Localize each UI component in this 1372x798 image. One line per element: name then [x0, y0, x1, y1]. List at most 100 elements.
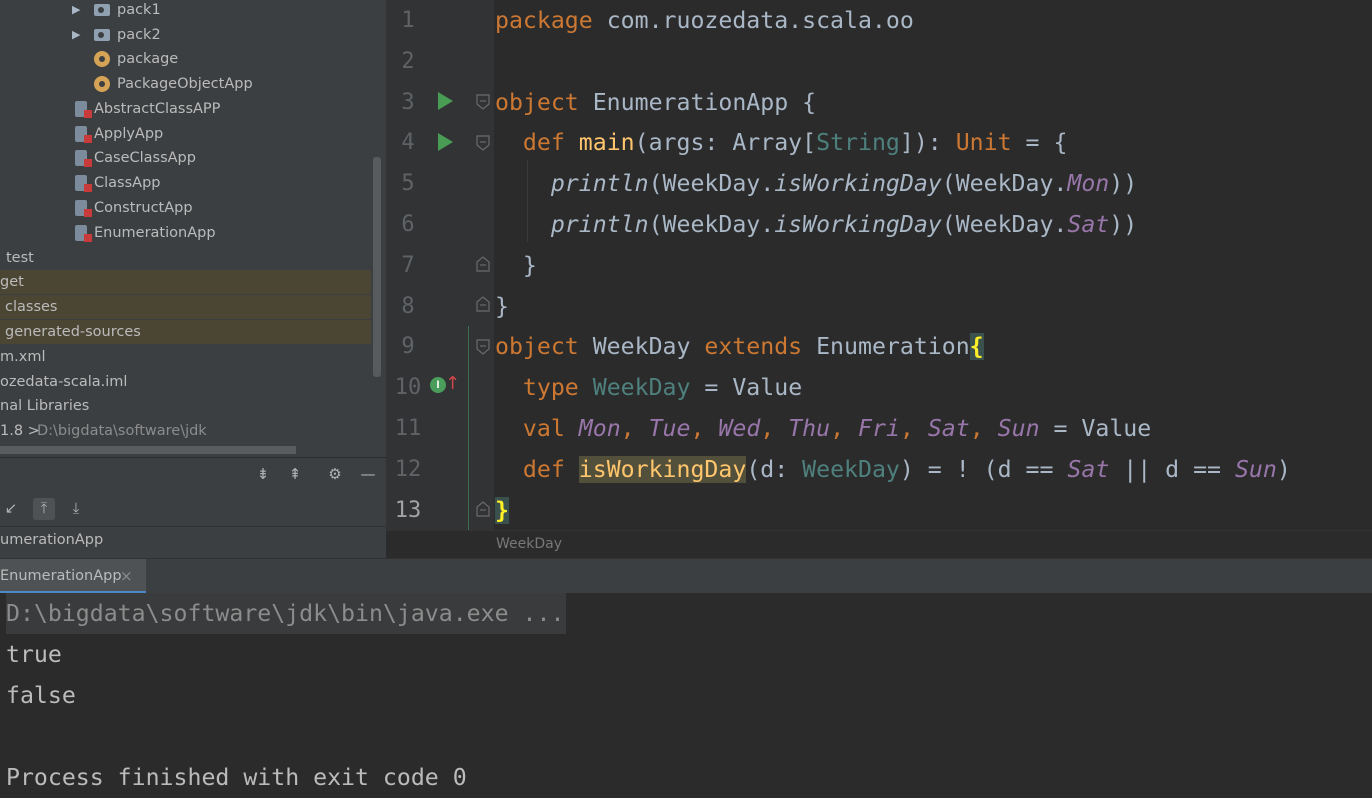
- console-exit-message: Process finished with exit code 0: [6, 764, 467, 791]
- expand-arrow-icon[interactable]: ▶: [72, 0, 80, 22]
- code-line-13: }: [495, 490, 509, 531]
- sort-up-icon[interactable]: ⤒: [33, 498, 55, 520]
- code-function: println: [550, 211, 649, 238]
- code-keyword: def: [522, 129, 565, 156]
- divider: [0, 526, 386, 527]
- fold-icon[interactable]: [476, 94, 490, 110]
- tree-item-label: CaseClassApp: [94, 150, 196, 166]
- hide-icon[interactable]: —: [357, 464, 379, 486]
- fold-icon[interactable]: [476, 339, 490, 355]
- sort-down-icon[interactable]: ⤓: [65, 498, 87, 520]
- tree-item-packageobjectapp[interactable]: PackageObjectApp: [0, 72, 371, 96]
- code-separator: ,: [969, 415, 998, 442]
- tree-item-jdk[interactable]: 1.8 > D:\bigdata\software\jdk: [0, 419, 371, 443]
- code-constant: Sun: [1234, 456, 1277, 483]
- tree-item-test[interactable]: test: [0, 246, 371, 270]
- code-line-6: println(WeekDay.isWorkingDay(WeekDay.Sat…: [495, 204, 1137, 245]
- code-text: )): [1109, 211, 1138, 238]
- line-number: 5: [401, 171, 415, 196]
- tree-item-label: ozedata-scala.iml: [0, 374, 128, 390]
- code-keyword: def: [522, 456, 565, 483]
- horizontal-scrollbar[interactable]: [0, 446, 296, 454]
- code-type: String: [816, 129, 900, 156]
- code-constant: Fri: [858, 415, 900, 442]
- gear-icon[interactable]: ⚙: [324, 464, 346, 486]
- tree-item-label: test: [6, 250, 34, 266]
- scala-object-icon: [75, 175, 92, 192]
- tree-item-label: PackageObjectApp: [117, 76, 253, 92]
- fold-icon[interactable]: [476, 135, 490, 151]
- tree-item-target[interactable]: get: [0, 270, 371, 294]
- code-line-10: type WeekDay = Value: [495, 367, 802, 408]
- line-number: 4: [401, 130, 415, 155]
- fold-end-icon[interactable]: [476, 501, 490, 517]
- expand-arrow-icon[interactable]: ▶: [72, 23, 80, 47]
- tree-item-label: nal Libraries: [0, 398, 90, 414]
- close-icon[interactable]: ×: [120, 567, 133, 585]
- tree-item-constructapp[interactable]: ConstructApp: [0, 196, 371, 220]
- run-tab-label: EnumerationApp: [0, 568, 122, 584]
- code-text: || d ==: [1109, 456, 1235, 483]
- override-up-arrow-icon[interactable]: ↑: [445, 374, 460, 394]
- code-separator: ,: [760, 415, 789, 442]
- tree-item-classapp[interactable]: ClassApp: [0, 171, 371, 195]
- tree-item-pack2[interactable]: ▶ pack2: [0, 23, 371, 47]
- code-text: }: [495, 252, 537, 279]
- tree-item-enumerationapp[interactable]: EnumerationApp: [0, 221, 371, 245]
- console-command[interactable]: D:\bigdata\software\jdk\bin\java.exe ...: [6, 593, 567, 634]
- line-number: 12: [394, 457, 422, 482]
- tree-item-package[interactable]: package: [0, 47, 371, 71]
- fold-end-icon[interactable]: [476, 256, 490, 272]
- fold-end-icon[interactable]: [476, 296, 490, 312]
- implements-icon[interactable]: I: [430, 377, 446, 393]
- run-icon[interactable]: [438, 133, 453, 151]
- run-icon[interactable]: [438, 92, 453, 110]
- tree-item-applyapp[interactable]: ApplyApp: [0, 122, 371, 146]
- code-text: (WeekDay.: [941, 211, 1068, 238]
- code-keyword: object: [495, 333, 579, 360]
- tree-item-label: pack1: [117, 2, 161, 18]
- scala-object-icon: [75, 101, 92, 118]
- vertical-scrollbar[interactable]: [373, 157, 381, 377]
- code-brace: {: [802, 89, 817, 116]
- code-text: }: [495, 293, 509, 320]
- tree-item-abstractclassapp[interactable]: AbstractClassAPP: [0, 97, 371, 121]
- tree-item-iml[interactable]: ozedata-scala.iml: [0, 370, 371, 394]
- tree-item-external-libraries[interactable]: nal Libraries: [0, 394, 371, 418]
- expand-all-icon[interactable]: ⇟: [252, 464, 274, 486]
- line-number: 8: [401, 294, 415, 319]
- project-tool-window: ▶ pack1 ▶ pack2 package PackageObjectApp…: [0, 0, 386, 457]
- tree-item-generated-sources[interactable]: generated-sources: [0, 320, 371, 344]
- sort-icon[interactable]: ↙: [0, 498, 22, 520]
- tree-item-caseclassapp[interactable]: CaseClassApp: [0, 146, 371, 170]
- collapse-all-icon[interactable]: ⇞: [284, 464, 306, 486]
- tree-item-pack1[interactable]: ▶ pack1: [0, 0, 371, 22]
- code-line-9: object WeekDay extends Enumeration{: [495, 326, 984, 367]
- code-text: (WeekDay.: [941, 170, 1068, 197]
- package-object-icon: [94, 51, 110, 67]
- code-type: WeekDay: [802, 456, 900, 483]
- tree-item-pom[interactable]: m.xml: [0, 345, 371, 369]
- run-tab[interactable]: EnumerationApp ×: [0, 559, 146, 594]
- code-text: EnumerationApp: [578, 89, 803, 116]
- code-keyword: extends: [704, 333, 803, 360]
- structure-item[interactable]: umerationApp: [0, 530, 103, 550]
- console-output: true: [6, 641, 62, 668]
- code-line-1: package com.ruozedata.scala.oo: [495, 0, 914, 41]
- code-line-3: object EnumerationApp {: [495, 82, 816, 123]
- code-line-8: }: [495, 286, 509, 327]
- run-console[interactable]: D:\bigdata\software\jdk\bin\java.exe ...…: [0, 593, 1372, 797]
- tree-item-label: 1.8 >: [0, 423, 40, 439]
- run-tab-bar: EnumerationApp ×: [0, 558, 1372, 595]
- tree-item-classes[interactable]: classes: [0, 295, 371, 319]
- breadcrumb-item[interactable]: WeekDay: [496, 536, 562, 552]
- code-constant: Thu: [788, 415, 831, 442]
- structure-panel: ⇟ ⇞ ⚙ — ↙ ⤒ ⤓ umerationApp: [0, 457, 386, 558]
